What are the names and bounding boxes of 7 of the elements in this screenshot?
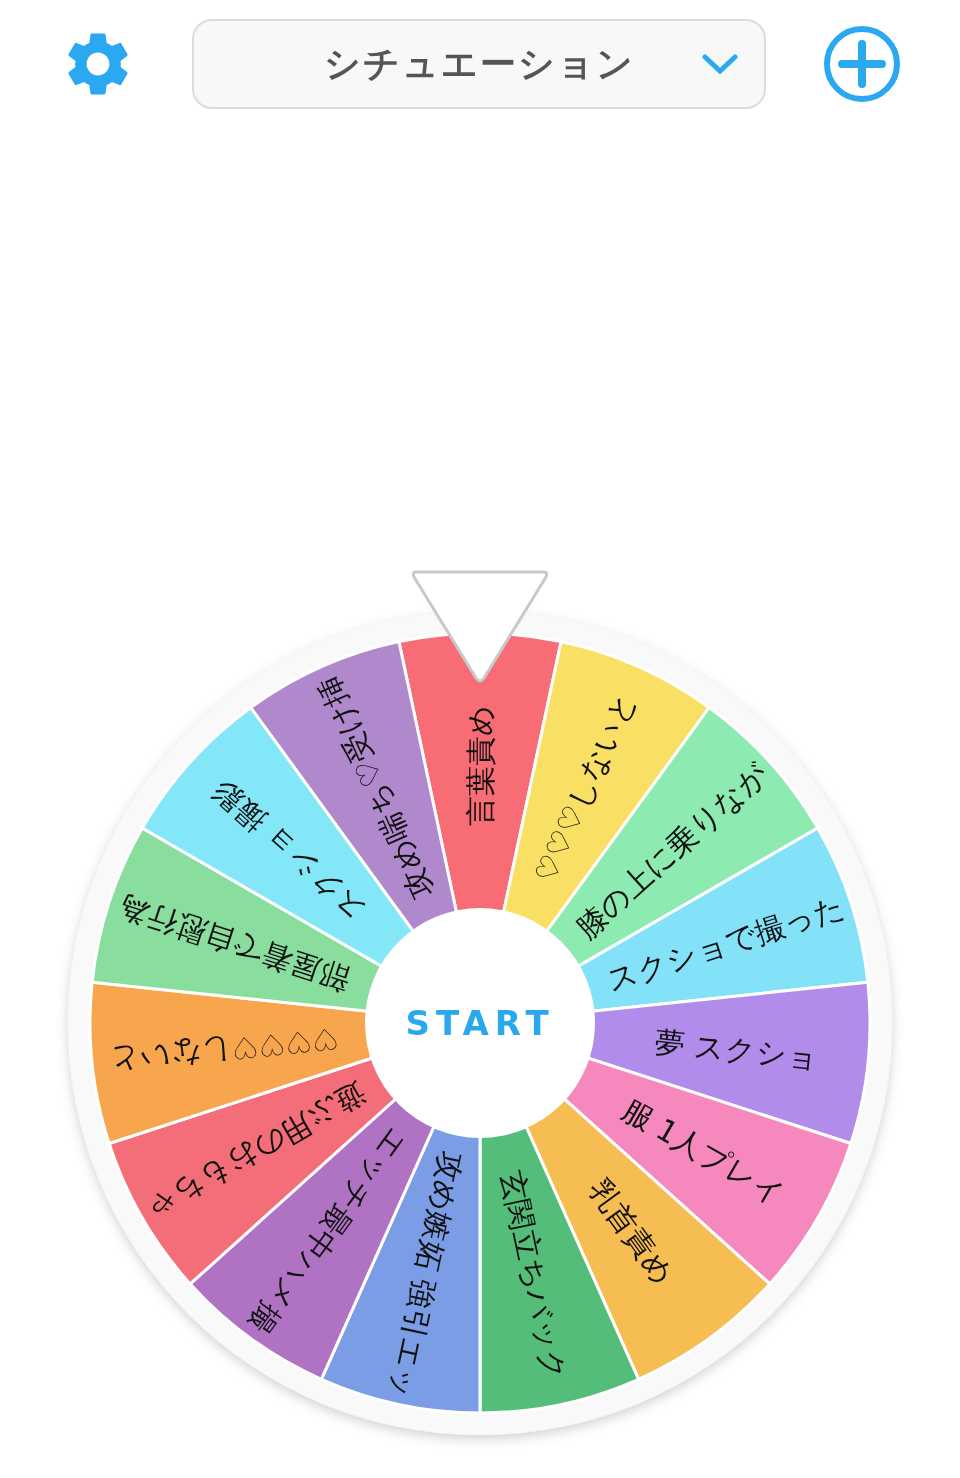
start-label: START <box>405 1003 555 1043</box>
segment-label: 夢 スクショ <box>653 1024 820 1076</box>
segment-label: 言葉責め <box>462 704 498 826</box>
segment-label: ♡♡♡♡しないと <box>106 1020 341 1080</box>
segment-label: 玄関立ちバック <box>494 1167 573 1384</box>
segment-label: 乳首責め <box>581 1172 682 1291</box>
category-dropdown[interactable]: シチュエーション <box>192 19 766 109</box>
